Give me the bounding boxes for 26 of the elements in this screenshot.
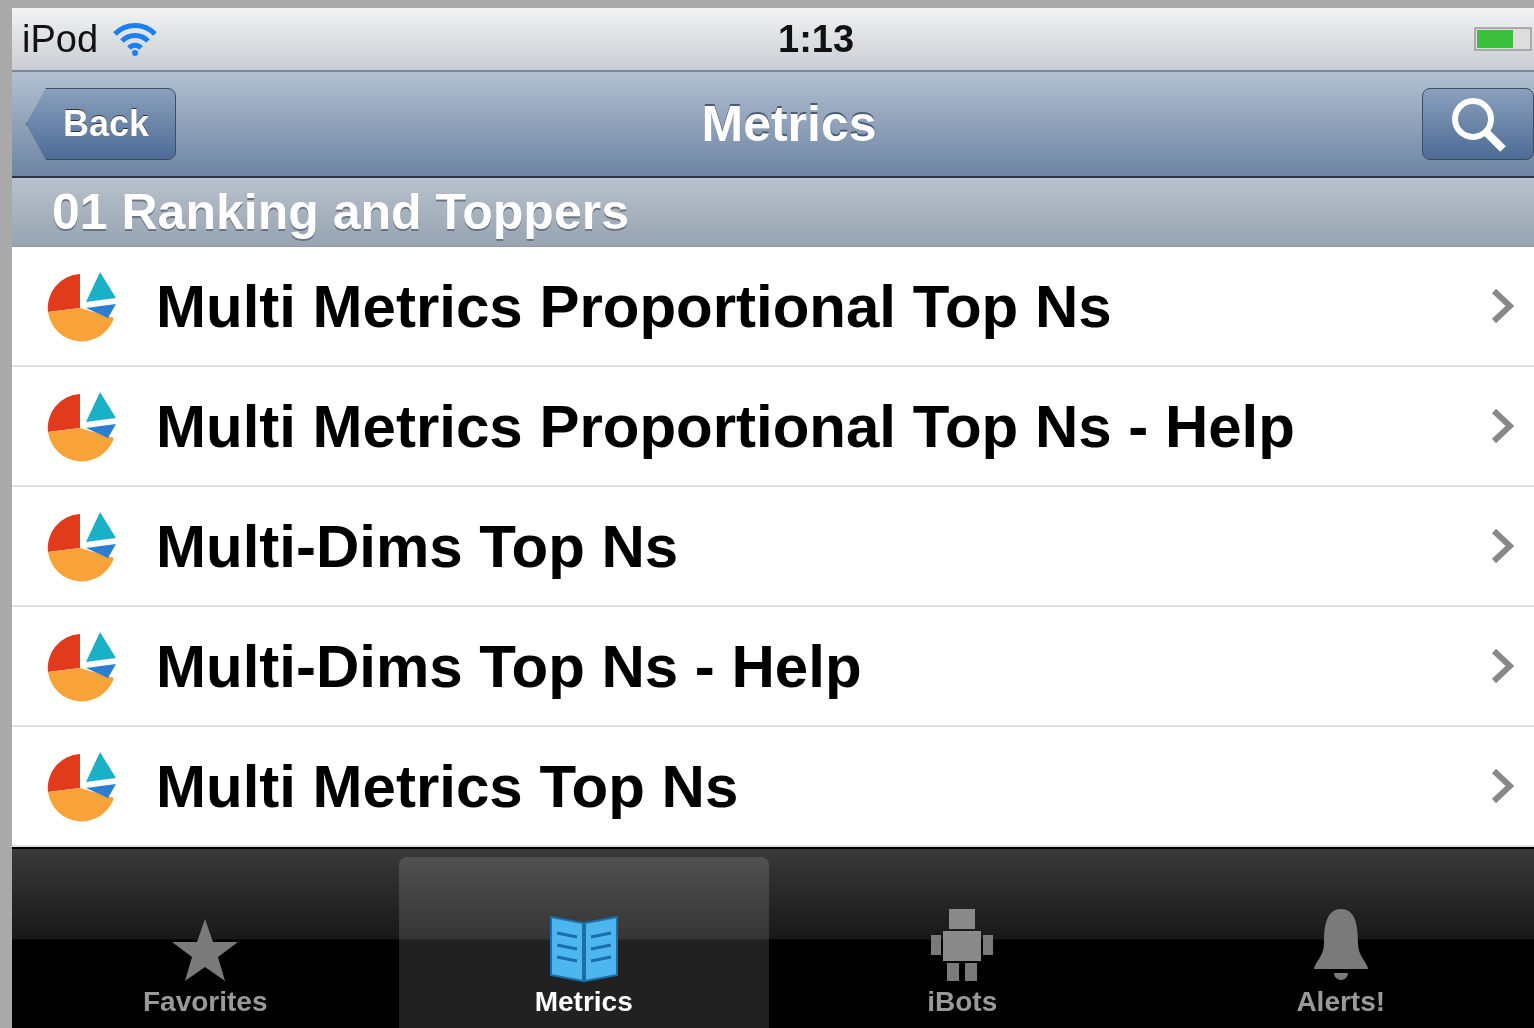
chevron-icon	[1490, 527, 1514, 565]
nav-title: Metrics	[700, 95, 878, 153]
tab[interactable]: Metrics	[398, 857, 769, 1028]
tab[interactable]: iBots	[777, 857, 1148, 1028]
row-label: Multi Metrics Proportional Top Ns - Help	[156, 391, 1296, 461]
chevron-icon	[1490, 287, 1514, 325]
list-row[interactable]: Multi Metrics Proportional Top Ns - Help	[12, 367, 1534, 487]
row-label: Multi Metrics Proportional Top Ns	[156, 271, 1113, 341]
device-name: iPod	[22, 17, 99, 61]
list-row[interactable]: Multi-Dims Top Ns	[12, 487, 1534, 607]
row-label: Multi-Dims Top Ns - Help	[156, 631, 863, 701]
chevron-icon	[1490, 767, 1514, 805]
battery-icon	[1474, 27, 1534, 51]
list-row[interactable]: Multi-Dims Top Ns - Help	[12, 607, 1534, 727]
chevron-icon	[1490, 647, 1514, 685]
section-title: 01 Ranking and Toppers	[52, 183, 629, 241]
search-button[interactable]	[1422, 88, 1534, 160]
row-label: Multi Metrics Top Ns	[156, 751, 740, 821]
tab[interactable]: Alerts!	[1155, 857, 1526, 1028]
list-row[interactable]: Multi Metrics Proportional Top Ns	[12, 247, 1534, 367]
chevron-icon	[1490, 407, 1514, 445]
wifi-icon	[112, 22, 159, 56]
tab[interactable]: Favorites	[20, 857, 391, 1028]
back-button[interactable]: Back	[26, 88, 177, 160]
row-label: Multi-Dims Top Ns	[156, 511, 680, 581]
clock-time: 1:13	[777, 17, 856, 61]
